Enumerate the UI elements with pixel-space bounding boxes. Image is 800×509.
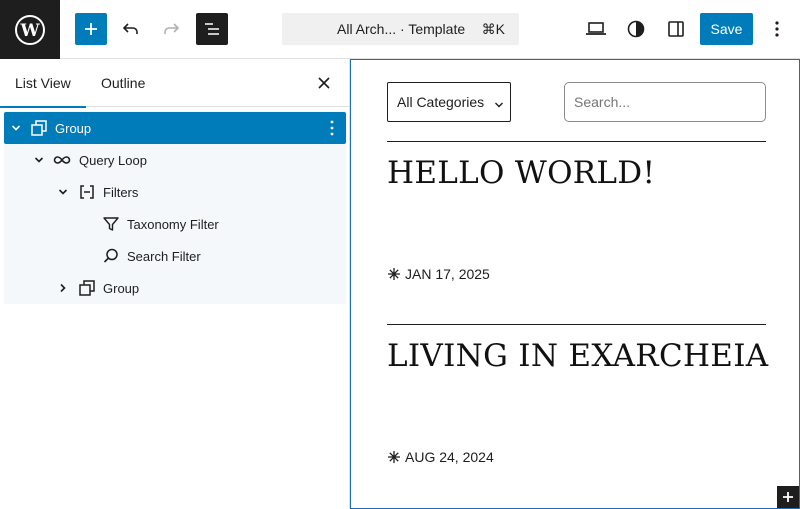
laptop-icon <box>586 22 606 35</box>
panel-tabs: List View Outline <box>0 59 350 108</box>
asterisk-icon <box>388 451 400 463</box>
more-vertical-icon <box>775 21 779 37</box>
separator <box>387 324 766 325</box>
tree-item-group-nested[interactable]: Group <box>4 272 346 304</box>
chevron-down-icon[interactable] <box>56 185 70 199</box>
styles-button[interactable] <box>620 13 652 45</box>
tree-item-label: Filters <box>103 185 139 200</box>
search-icon <box>101 246 121 266</box>
command-shortcut: ⌘K <box>481 21 505 37</box>
command-palette-bar[interactable]: All Arch... · Template ⌘K <box>282 13 519 45</box>
canvas-content: All Categories Search... HELLO WORLD! JA… <box>351 60 799 508</box>
editor-canvas[interactable]: All Categories Search... HELLO WORLD! JA… <box>350 59 800 509</box>
search-input[interactable]: Search... <box>564 82 766 122</box>
site-editor: W All Arch... · Template ⌘K Save List Vi… <box>0 0 800 509</box>
group-icon <box>77 278 97 298</box>
plus-icon <box>85 23 97 35</box>
list-view-icon <box>205 23 219 35</box>
post-date-text: AUG 24, 2024 <box>405 449 494 465</box>
loop-icon <box>52 150 72 170</box>
post-date-text: JAN 17, 2025 <box>405 266 490 282</box>
block-tree: Group Query Loop Filters Taxonomy Filter… <box>4 111 346 304</box>
more-vertical-icon <box>330 120 334 136</box>
document-overview-button[interactable] <box>196 13 228 45</box>
editor-toolbar: W All Arch... · Template ⌘K Save <box>0 0 800 59</box>
chevron-down-icon[interactable] <box>32 153 46 167</box>
wordpress-icon: W <box>15 14 45 45</box>
plus-icon <box>783 492 793 502</box>
block-options-button[interactable] <box>322 118 342 138</box>
tree-item-query-loop[interactable]: Query Loop <box>4 144 346 176</box>
sidebar-icon <box>668 21 684 37</box>
redo-button[interactable] <box>155 13 187 45</box>
document-overview-panel: List View Outline Group Query Loop Filte… <box>0 59 350 509</box>
device-preview-button[interactable] <box>580 13 612 45</box>
close-icon <box>318 77 330 89</box>
category-select-value: All Categories <box>397 94 485 110</box>
svg-text:W: W <box>19 21 40 41</box>
settings-sidebar-button[interactable] <box>660 13 692 45</box>
tree-item-taxonomy-filter[interactable]: Taxonomy Filter <box>4 208 346 240</box>
close-panel-button[interactable] <box>312 71 336 95</box>
post-title[interactable]: LIVING IN EXARCHEIA <box>387 338 768 374</box>
tree-item-filters[interactable]: Filters <box>4 176 346 208</box>
undo-button[interactable] <box>115 13 147 45</box>
save-button[interactable]: Save <box>700 13 753 45</box>
options-menu-button[interactable] <box>761 13 793 45</box>
half-circle-icon <box>627 20 645 38</box>
group-icon <box>29 118 49 138</box>
filters-icon <box>77 182 97 202</box>
separator <box>387 141 766 142</box>
tree-item-label: Group <box>103 281 140 296</box>
template-title: All Arch... · Template <box>337 21 466 37</box>
post-title[interactable]: HELLO WORLD! <box>387 155 655 191</box>
post-date: JAN 17, 2025 <box>387 266 490 282</box>
post-date: AUG 24, 2024 <box>387 449 494 465</box>
chevron-down-icon[interactable] <box>9 121 23 135</box>
tab-outline[interactable]: Outline <box>86 59 160 107</box>
tab-list-view[interactable]: List View <box>0 59 86 108</box>
tree-item-label: Taxonomy Filter <box>127 217 219 232</box>
funnel-icon <box>101 214 121 234</box>
chevron-right-icon[interactable] <box>56 281 70 295</box>
tree-item-label: Group <box>55 121 92 136</box>
asterisk-icon <box>388 268 400 280</box>
block-inserter-button[interactable] <box>75 13 107 45</box>
redo-icon <box>164 23 180 34</box>
undo-icon <box>122 23 138 34</box>
tree-item-group[interactable]: Group <box>4 112 346 144</box>
tree-item-search-filter[interactable]: Search Filter <box>4 240 346 272</box>
category-select[interactable]: All Categories <box>387 82 511 122</box>
tree-item-label: Search Filter <box>127 249 201 264</box>
wordpress-logo-button[interactable]: W <box>0 0 60 59</box>
chevron-down-icon <box>494 97 504 113</box>
block-appender-button[interactable] <box>777 486 799 508</box>
tree-item-label: Query Loop <box>79 153 147 168</box>
